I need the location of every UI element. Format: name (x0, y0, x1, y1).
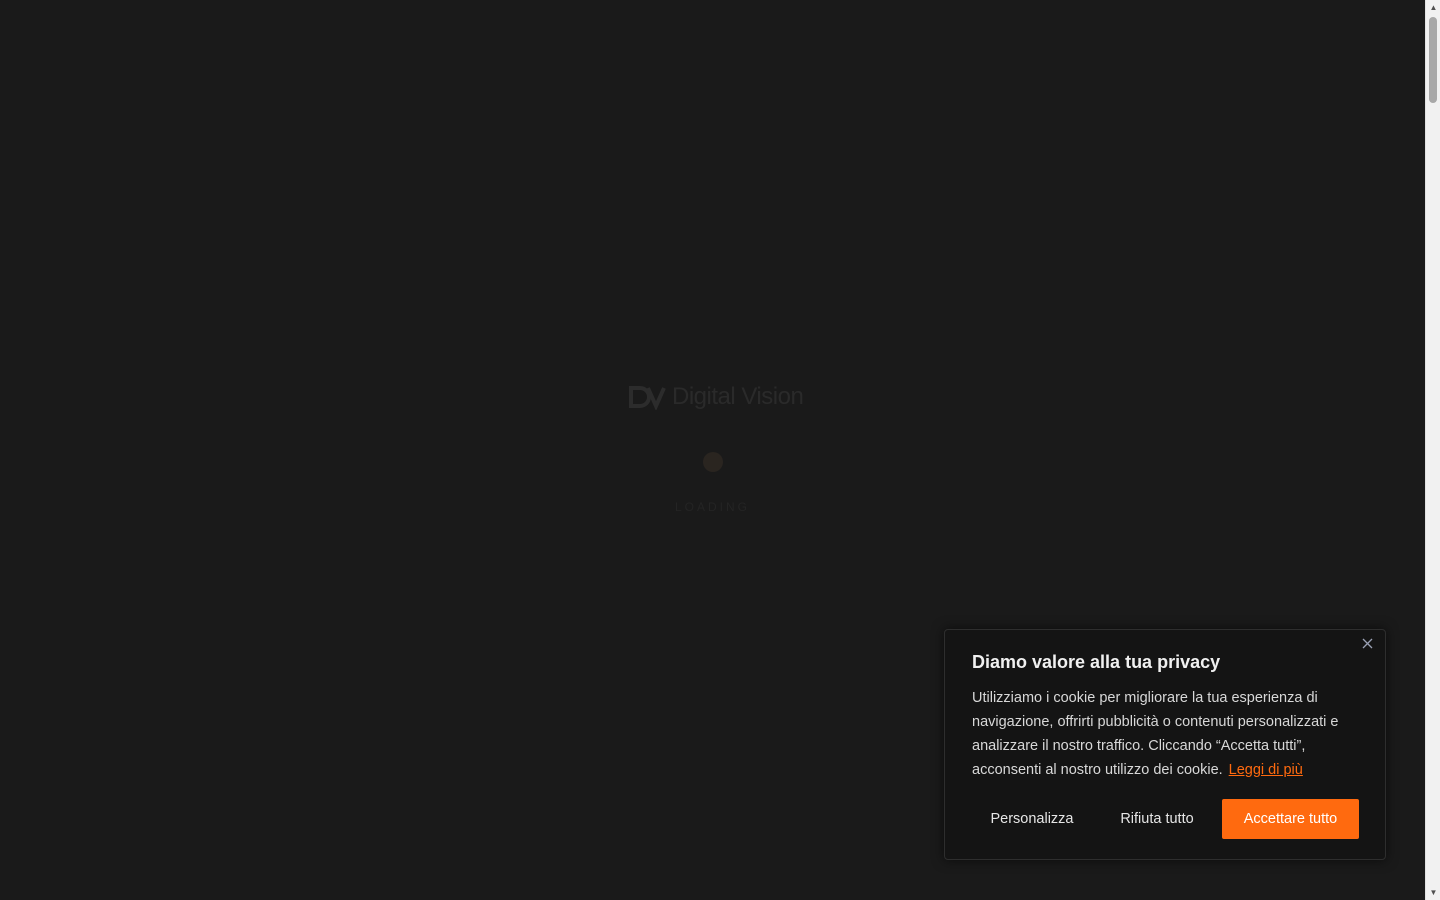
brand-logo-text: Digital Vision (672, 383, 804, 410)
close-icon (1362, 638, 1372, 648)
cookie-title: Diamo valore alla tua privacy (972, 652, 1221, 672)
page-scrollbar[interactable]: ▲ ▼ (1425, 0, 1440, 900)
scroll-thumb[interactable] (1429, 17, 1437, 103)
customize-button[interactable]: Personalizza (972, 799, 1092, 839)
cookie-description: Utilizziamo i cookie per migliorare la t… (972, 686, 1362, 782)
scroll-up-arrow-icon[interactable]: ▲ (1426, 0, 1440, 15)
brand-logo: Digital Vision (628, 383, 804, 411)
accept-all-button[interactable]: Accettare tutto (1222, 799, 1359, 839)
loading-text: LOADING (674, 500, 750, 514)
cookie-actions: Personalizza Rifiuta tutto Accettare tut… (972, 799, 1359, 839)
brand-logo-mark-icon (629, 386, 666, 410)
cookie-close-button[interactable] (1359, 635, 1375, 651)
reject-all-button[interactable]: Rifiuta tutto (1100, 799, 1214, 839)
scroll-down-arrow-icon[interactable]: ▼ (1426, 885, 1440, 900)
read-more-link[interactable]: Leggi di più (1229, 762, 1303, 778)
cookie-consent-dialog: Diamo valore alla tua privacy Utilizziam… (944, 629, 1386, 860)
loading-spinner-icon (703, 452, 723, 472)
